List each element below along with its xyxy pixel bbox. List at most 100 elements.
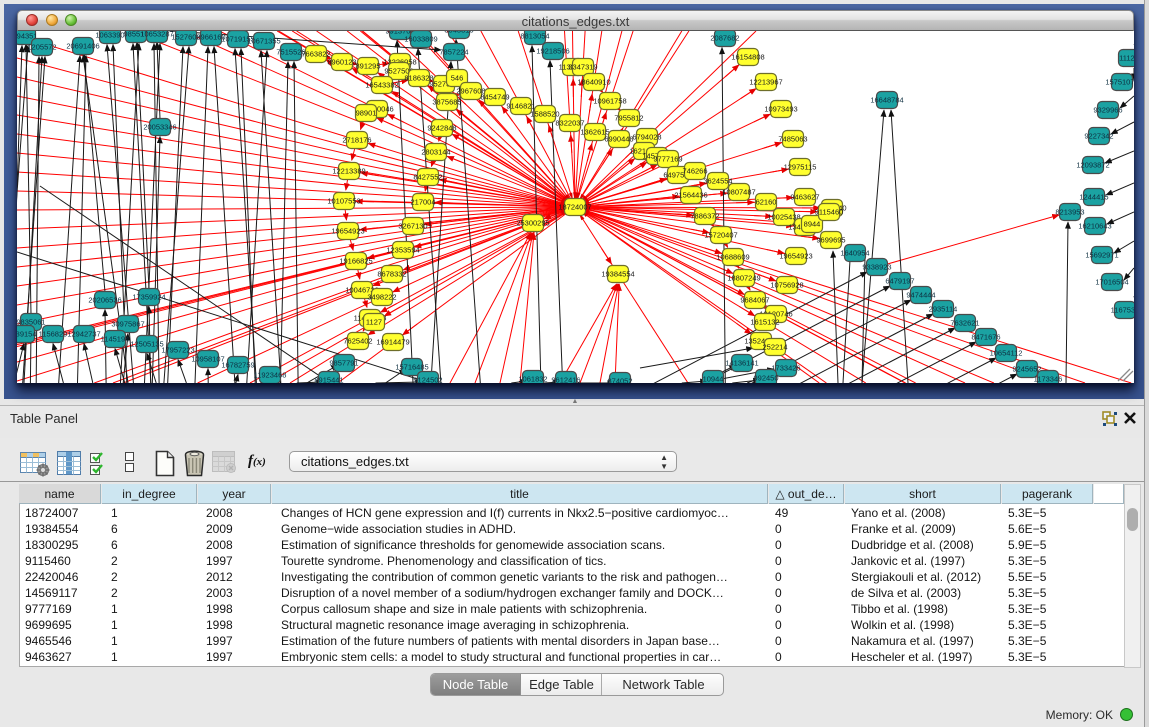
svg-text:7663822: 7663822 (301, 50, 330, 59)
svg-text:17957223: 17957223 (161, 346, 194, 355)
svg-text:9227342: 9227342 (1084, 132, 1113, 141)
svg-text:7485063: 7485063 (778, 135, 807, 144)
svg-text:20206536: 20206536 (88, 296, 121, 305)
svg-text:7625402: 7625402 (343, 337, 372, 346)
svg-text:25300295: 25300295 (516, 219, 549, 228)
svg-text:11123: 11123 (1119, 54, 1134, 63)
svg-text:15751074: 15751074 (1105, 78, 1134, 87)
svg-text:8322037: 8322037 (555, 119, 584, 128)
svg-text:10671355: 10671355 (247, 37, 280, 46)
svg-text:7632621: 7632621 (950, 319, 979, 328)
svg-text:19166825: 19166825 (339, 257, 372, 266)
svg-text:18724007: 18724007 (558, 203, 591, 212)
svg-text:16648784: 16648784 (870, 96, 903, 105)
svg-text:15692971: 15692971 (1085, 251, 1118, 260)
svg-text:1063390: 1063390 (95, 31, 124, 40)
svg-text:8944: 8944 (804, 220, 821, 229)
svg-text:21564436: 21564436 (674, 191, 707, 200)
svg-text:6990448: 6990448 (604, 135, 633, 144)
svg-text:8213953: 8213953 (1055, 208, 1084, 217)
svg-text:12942737: 12942737 (67, 330, 100, 339)
svg-text:10961758: 10961758 (593, 97, 626, 106)
svg-text:16154808: 16154808 (731, 53, 764, 62)
svg-text:12505135: 12505135 (130, 340, 163, 349)
svg-text:7955812: 7955812 (614, 114, 643, 123)
svg-text:11923468: 11923468 (254, 371, 287, 380)
svg-text:16210643: 16210643 (1078, 222, 1111, 231)
svg-text:14136141: 14136141 (725, 359, 758, 368)
svg-text:12353594: 12353594 (386, 246, 419, 255)
svg-text:10107553: 10107553 (327, 197, 360, 206)
svg-text:6794028: 6794028 (632, 133, 661, 142)
svg-text:17016504: 17016504 (1095, 278, 1128, 287)
svg-text:9699695: 9699695 (816, 236, 845, 245)
svg-text:10958107: 10958107 (191, 355, 224, 364)
svg-text:12213389: 12213389 (332, 167, 365, 176)
svg-text:1205572: 1205572 (27, 43, 56, 52)
svg-text:20053346: 20053346 (143, 123, 176, 132)
svg-text:1588520: 1588520 (530, 110, 559, 119)
svg-text:9463627: 9463627 (790, 193, 819, 202)
svg-text:15720407: 15720407 (704, 231, 737, 240)
svg-text:1145194: 1145194 (101, 335, 130, 344)
svg-text:10807487: 10807487 (722, 188, 755, 197)
svg-text:15716485: 15716485 (395, 363, 428, 372)
svg-text:16543382: 16543382 (365, 81, 398, 90)
svg-text:874052: 874052 (607, 377, 632, 384)
svg-text:19654923: 19654923 (331, 227, 364, 236)
svg-text:9124502: 9124502 (413, 376, 442, 384)
svg-text:7857224: 7857224 (439, 48, 468, 57)
svg-text:10688609: 10688609 (716, 253, 749, 262)
svg-text:16782759: 16782759 (221, 361, 254, 370)
svg-text:7886372: 7886372 (690, 212, 719, 221)
svg-text:939154: 939154 (17, 330, 37, 339)
svg-text:19654923: 19654923 (779, 252, 812, 261)
svg-text:12975115: 12975115 (784, 163, 817, 172)
svg-text:9115460: 9115460 (815, 208, 844, 217)
svg-text:2935114: 2935114 (929, 305, 958, 314)
svg-text:20691406: 20691406 (66, 42, 99, 51)
svg-text:746266: 746266 (682, 167, 707, 176)
svg-text:9245652: 9245652 (1012, 365, 1041, 374)
svg-text:891295: 891295 (355, 62, 380, 71)
svg-text:8960123: 8960123 (327, 58, 356, 67)
svg-text:8915441: 8915441 (314, 376, 343, 384)
svg-text:9474444: 9474444 (906, 291, 935, 300)
svg-text:8813054: 8813054 (520, 32, 549, 41)
svg-text:98901: 98901 (356, 109, 377, 118)
svg-text:10653287: 10653287 (140, 31, 173, 39)
svg-text:16914479: 16914479 (376, 338, 409, 347)
svg-text:9612416: 9612416 (551, 376, 580, 384)
svg-text:1156829: 1156829 (39, 330, 68, 339)
svg-text:3624554: 3624554 (703, 177, 732, 186)
svg-text:12093872: 12093872 (1076, 161, 1109, 170)
svg-text:9684067: 9684067 (740, 296, 769, 305)
svg-text:8454749: 8454749 (480, 93, 509, 102)
svg-text:10973493: 10973493 (764, 105, 797, 114)
svg-text:992450: 992450 (753, 374, 778, 383)
svg-text:16033809: 16033809 (404, 35, 437, 44)
svg-text:1127: 1127 (366, 318, 382, 327)
svg-text:9338923: 9338923 (862, 263, 891, 272)
svg-text:3875685: 3875685 (432, 98, 461, 107)
svg-text:19384554: 19384554 (601, 270, 634, 279)
svg-text:18807249: 18807249 (727, 274, 760, 283)
svg-text:252214: 252214 (762, 343, 787, 352)
svg-text:1167531: 1167531 (1111, 306, 1134, 315)
svg-text:1244415: 1244415 (1079, 193, 1108, 202)
svg-text:8045813: 8045813 (444, 31, 473, 35)
svg-text:10944: 10944 (703, 375, 724, 384)
svg-text:9329966: 9329966 (1093, 106, 1122, 115)
svg-text:10654112: 10654112 (990, 349, 1023, 358)
svg-text:10756928: 10756928 (770, 281, 803, 290)
svg-text:1640954: 1640954 (840, 249, 869, 258)
svg-text:2087682: 2087682 (710, 34, 739, 43)
svg-text:1173346: 1173346 (1034, 375, 1063, 384)
svg-text:1615132: 1615132 (750, 318, 779, 327)
svg-text:12213967: 12213967 (749, 78, 782, 87)
svg-text:3498222: 3498222 (367, 293, 396, 302)
svg-text:546: 546 (451, 74, 464, 83)
svg-text:9857791: 9857791 (329, 359, 358, 368)
svg-text:62160: 62160 (756, 198, 777, 207)
svg-text:1061832: 1061832 (518, 375, 547, 384)
